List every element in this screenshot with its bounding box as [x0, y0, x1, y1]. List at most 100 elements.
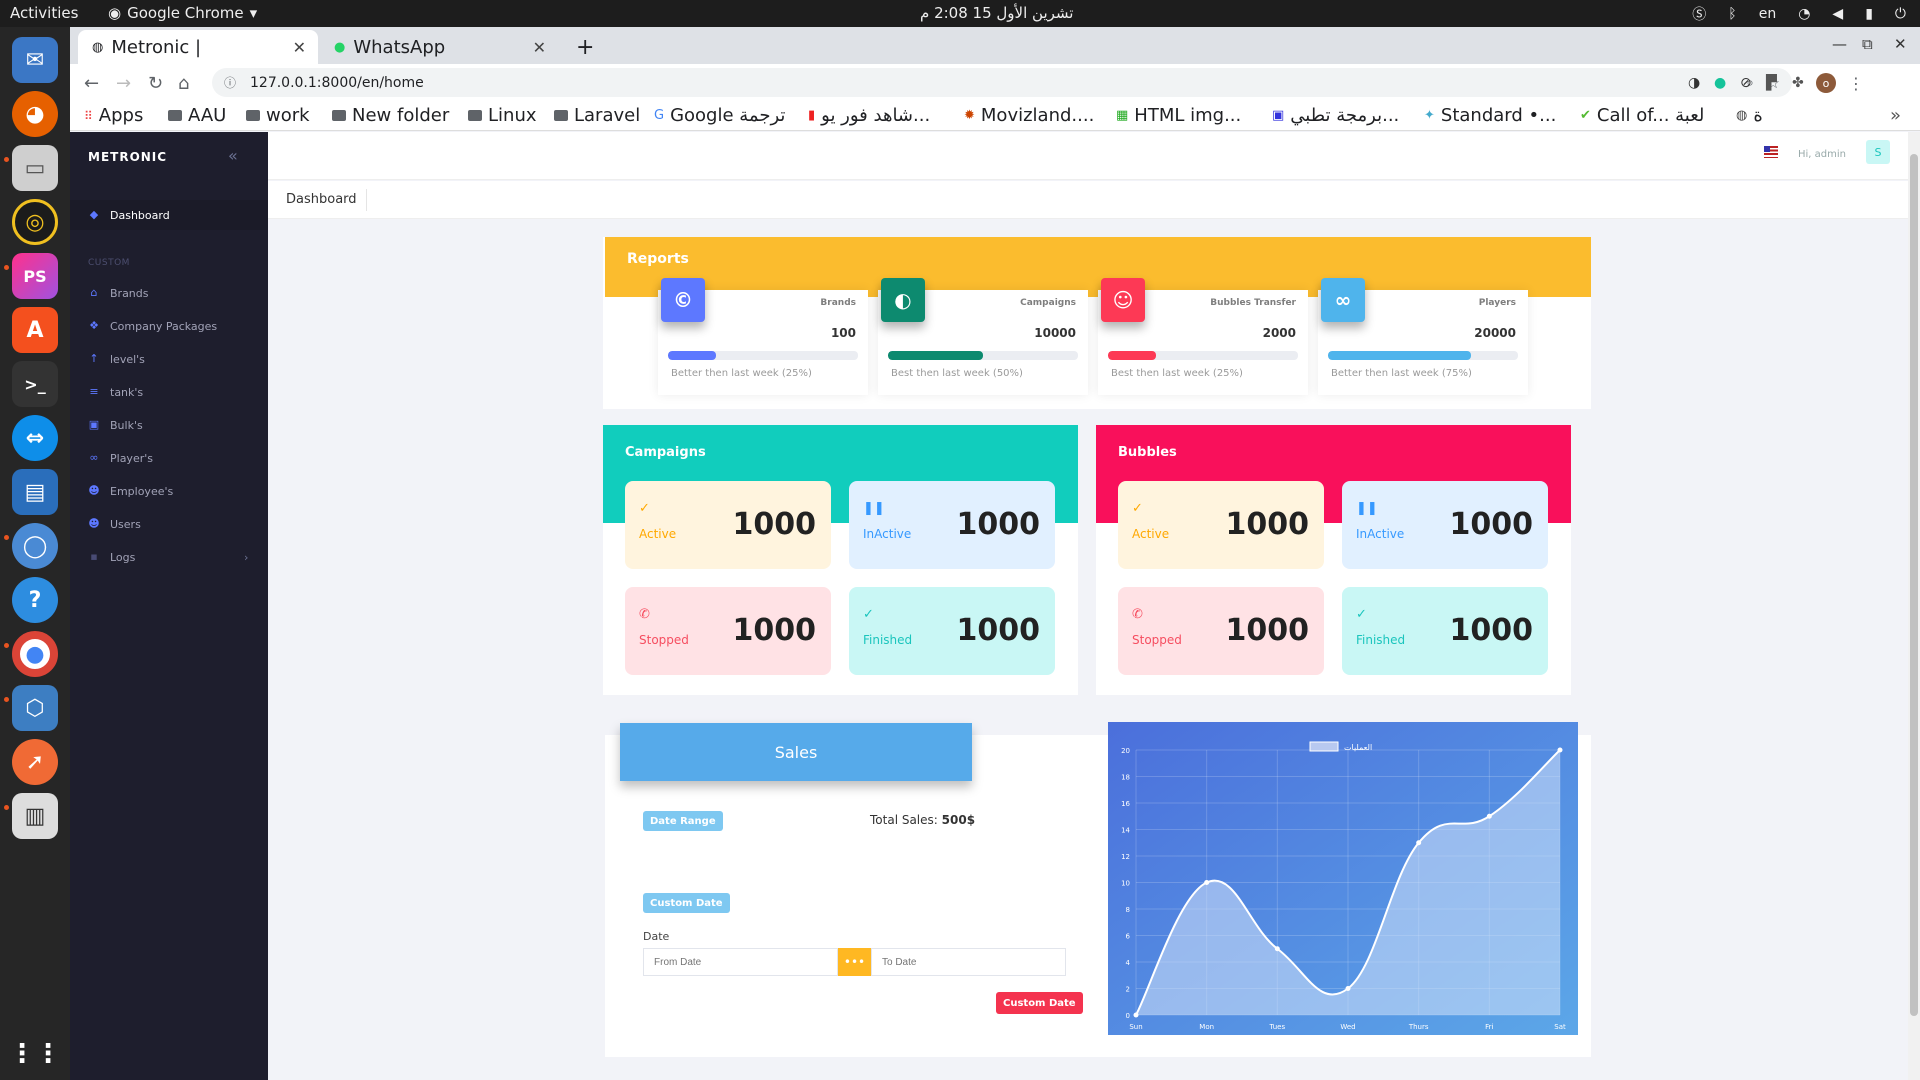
user-greeting[interactable]: Hi, admin	[1798, 149, 1846, 160]
forward-icon[interactable]: →	[116, 73, 131, 94]
bookmark-folder[interactable]: New folder	[332, 105, 449, 126]
from-date-input[interactable]	[643, 948, 838, 976]
campaigns-inactive-tile[interactable]: ❚❚ InActive 1000	[849, 481, 1055, 569]
show-apps-icon[interactable]: ⋮⋮	[9, 1031, 61, 1077]
data-point	[1486, 813, 1492, 819]
y-tick-label: 20	[1121, 747, 1130, 755]
bookmark-callof[interactable]: ✔ Call of... لعبة	[1580, 105, 1704, 126]
bluetooth-icon[interactable]: ᛒ	[1728, 6, 1736, 22]
bookmark-folder[interactable]: AAU	[168, 105, 226, 126]
phpstorm-icon[interactable]: PS	[12, 253, 58, 299]
date-range-label[interactable]: Date Range	[643, 811, 723, 831]
info-icon[interactable]: ⓘ	[224, 74, 236, 91]
sidebar-item-brands[interactable]: ⌂ Brands	[70, 278, 268, 308]
writer-icon[interactable]: ▤	[12, 469, 58, 515]
bookmark-folder[interactable]: Laravel	[554, 105, 640, 126]
system-tray[interactable]: Ⓢ ᛒ en ◔ ◀ ▮ ⏻	[1692, 4, 1906, 24]
tab-metronic[interactable]: ◍ Metronic | ✕	[78, 30, 318, 65]
bookmark-shahid[interactable]: ▮ شاهد فور يو...	[808, 105, 930, 126]
battery-icon[interactable]: ▮	[1865, 6, 1873, 22]
sidebar-item-users[interactable]: ☻ Users	[70, 509, 268, 539]
campaigns-active-tile[interactable]: ✓ Active 1000	[625, 481, 831, 569]
campaigns-stopped-tile[interactable]: ✆ Stopped 1000	[625, 587, 831, 675]
brand-logo[interactable]: METRONIC	[88, 150, 167, 164]
chromium-icon[interactable]: ◯	[12, 523, 58, 569]
sidebar-item-levels[interactable]: ↑ level's	[70, 344, 268, 374]
document-viewer-icon[interactable]: ▥	[12, 793, 58, 839]
sidebar-item-tanks[interactable]: ≡ tank's	[70, 377, 268, 407]
new-tab-button[interactable]: +	[562, 30, 608, 65]
restore-icon[interactable]: ⧉	[1862, 35, 1873, 53]
sidebar-item-logs[interactable]: ▪ Logs ›	[70, 542, 268, 572]
data-point	[1345, 986, 1351, 991]
rhythmbox-icon[interactable]: ◎	[12, 199, 58, 245]
home-icon[interactable]: ⌂	[178, 73, 189, 94]
extension-flag-icon[interactable]: ▛	[1766, 75, 1777, 91]
menu-icon[interactable]: ⋮	[1848, 74, 1864, 93]
database-icon: ≡	[89, 385, 99, 398]
power-icon[interactable]: ⏻	[1895, 6, 1906, 22]
wifi-icon[interactable]: ◔	[1798, 6, 1810, 22]
virtualbox-icon[interactable]: ⬡	[12, 685, 58, 731]
scrollbar-thumb[interactable]	[1910, 154, 1918, 1016]
back-icon[interactable]: ←	[84, 73, 99, 94]
activities-button[interactable]: Activities	[10, 4, 78, 22]
custom-date-label[interactable]: Custom Date	[643, 893, 730, 913]
clock[interactable]: تشرين الأول 15 2:08 م	[920, 4, 1073, 22]
bookmark-movizland[interactable]: ✹ Movizland....	[964, 105, 1094, 126]
address-bar[interactable]: ⓘ 127.0.0.1:8000/en/home ⌕ ☆	[212, 68, 1792, 97]
sidebar-item-dashboard[interactable]: ◆ Dashboard	[70, 200, 268, 230]
chrome-icon[interactable]: ●	[12, 631, 58, 677]
close-icon[interactable]: ✕	[293, 38, 306, 57]
terminal-icon[interactable]: >_	[12, 361, 58, 407]
sidebar-item-company-packages[interactable]: ❖ Company Packages	[70, 311, 268, 341]
extension-icon[interactable]: ⊘	[1740, 75, 1752, 91]
bubbles-inactive-tile[interactable]: ❚❚ InActive 1000	[1342, 481, 1548, 569]
postman-icon[interactable]: ➚	[12, 739, 58, 785]
app-menu[interactable]: ◉ Google Chrome ▾	[108, 4, 257, 22]
bubbles-active-tile[interactable]: ✓ Active 1000	[1118, 481, 1324, 569]
grammarly-icon[interactable]: ●	[1714, 75, 1726, 91]
firefox-icon[interactable]: ◕	[12, 91, 58, 137]
thunderbird-icon[interactable]: ✉	[12, 37, 58, 83]
help-icon[interactable]: ?	[12, 577, 58, 623]
custom-date-button[interactable]: Custom Date	[996, 992, 1083, 1014]
close-icon[interactable]: ✕	[533, 38, 546, 57]
teamviewer-icon[interactable]: ⇔	[12, 415, 58, 461]
sidebar-item-players[interactable]: ∞ Player's	[70, 443, 268, 473]
campaigns-finished-tile[interactable]: ✓ Finished 1000	[849, 587, 1055, 675]
bookmark-apps[interactable]: ⠿ Apps	[84, 105, 143, 126]
us-flag-icon[interactable]	[1764, 146, 1778, 158]
skype-icon[interactable]: Ⓢ	[1692, 4, 1706, 24]
sidebar-item-employees[interactable]: ☻ Employee's	[70, 476, 268, 506]
bookmark-folder[interactable]: Linux	[468, 105, 537, 126]
bookmark-translate[interactable]: G Google ترجمة	[654, 105, 785, 126]
to-date-input[interactable]	[871, 948, 1066, 976]
bookmark-arabic[interactable]: ▣ برمجة تطبي...	[1272, 105, 1399, 126]
bookmarks-overflow[interactable]: »	[1890, 105, 1901, 126]
data-point	[1204, 880, 1210, 885]
collapse-sidebar-icon[interactable]: «	[228, 146, 238, 165]
bookmark-standard[interactable]: ✦ Standard •...	[1424, 105, 1556, 126]
sidebar-item-bulks[interactable]: ▣ Bulk's	[70, 410, 268, 440]
bubbles-stopped-tile[interactable]: ✆ Stopped 1000	[1118, 587, 1324, 675]
language-indicator[interactable]: en	[1759, 6, 1777, 22]
profile-avatar[interactable]: o	[1816, 73, 1836, 93]
extensions-puzzle-icon[interactable]: ✤	[1792, 75, 1804, 91]
scrollbar[interactable]	[1908, 132, 1920, 1080]
minimize-icon[interactable]: —	[1832, 35, 1847, 53]
bookmark-folder[interactable]: work	[246, 105, 310, 126]
software-center-icon[interactable]: A	[12, 307, 58, 353]
volume-icon[interactable]: ◀	[1832, 6, 1843, 22]
y-tick-label: 10	[1121, 880, 1130, 888]
close-window-icon[interactable]: ✕	[1894, 35, 1907, 53]
bookmark-html-img[interactable]: ▦ HTML img...	[1116, 105, 1241, 126]
files-icon[interactable]: ▭	[12, 145, 58, 191]
bubbles-finished-tile[interactable]: ✓ Finished 1000	[1342, 587, 1548, 675]
tab-whatsapp[interactable]: ● WhatsApp ✕	[320, 30, 558, 65]
avatar[interactable]: S	[1866, 140, 1890, 164]
reload-icon[interactable]: ↻	[148, 73, 163, 94]
check-icon: ✓	[639, 501, 650, 516]
bookmark-globe[interactable]: ◍ ة	[1736, 105, 1763, 126]
extension-speed-icon[interactable]: ◑	[1688, 75, 1700, 91]
